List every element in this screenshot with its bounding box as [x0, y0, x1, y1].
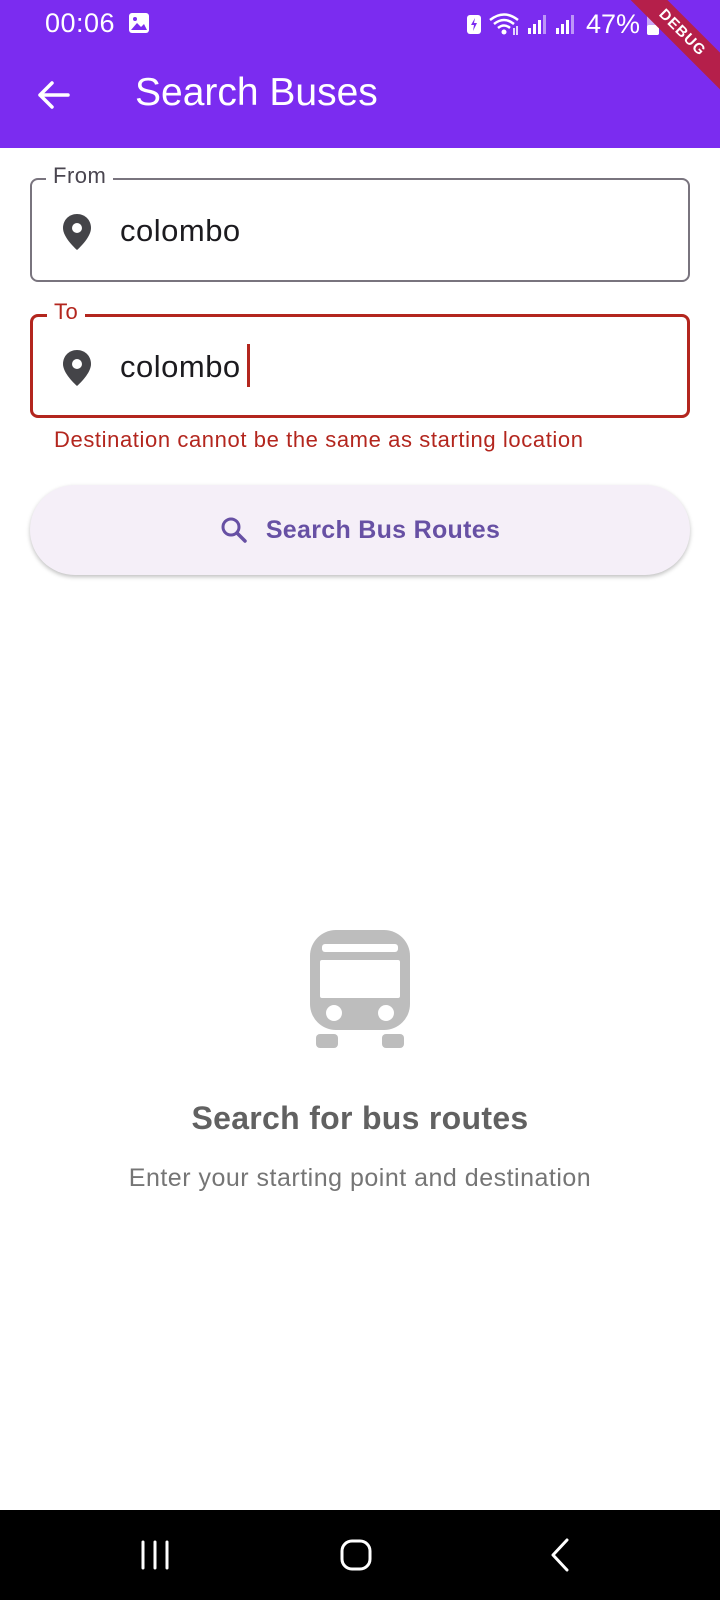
from-field[interactable]: From [30, 163, 690, 282]
empty-state-subtitle: Enter your starting point and destinatio… [128, 1164, 592, 1192]
recents-button[interactable] [130, 1532, 180, 1578]
home-icon [340, 1539, 372, 1571]
app-bar: 00:06 47% DEBUG Search Buses [0, 0, 720, 148]
system-nav-bar [0, 1510, 720, 1600]
battery-saver-icon [466, 13, 482, 35]
page-title: Search Buses [135, 71, 378, 114]
wifi-icon [488, 12, 520, 36]
nav-back-button[interactable] [535, 1532, 585, 1578]
arrow-back-icon [38, 81, 70, 109]
status-time: 00:06 [45, 8, 116, 38]
from-input[interactable] [120, 208, 660, 254]
location-pin-icon [63, 350, 91, 386]
signal-icon [526, 13, 548, 35]
from-field-label: From [46, 163, 114, 189]
to-field-error: Destination cannot be the same as starti… [54, 427, 584, 452]
gallery-icon [128, 12, 150, 34]
to-input[interactable] [120, 344, 660, 390]
status-bar: 00:06 47% [0, 0, 720, 48]
text-cursor [247, 344, 250, 387]
recents-icon [141, 1540, 169, 1570]
home-button[interactable] [331, 1532, 381, 1578]
signal-icon [554, 13, 576, 35]
search-bus-routes-button[interactable]: Search Bus Routes [30, 485, 690, 575]
back-button[interactable] [28, 70, 78, 120]
search-button-label: Search Bus Routes [265, 515, 501, 544]
search-icon [221, 517, 247, 543]
back-icon [551, 1538, 569, 1572]
battery-percent: 47% [585, 8, 640, 39]
to-field-label: To [47, 299, 86, 325]
empty-state-title: Search for bus routes [191, 1100, 529, 1136]
location-pin-icon [63, 214, 91, 250]
to-field[interactable]: To [30, 299, 690, 418]
bus-icon [310, 930, 410, 1048]
